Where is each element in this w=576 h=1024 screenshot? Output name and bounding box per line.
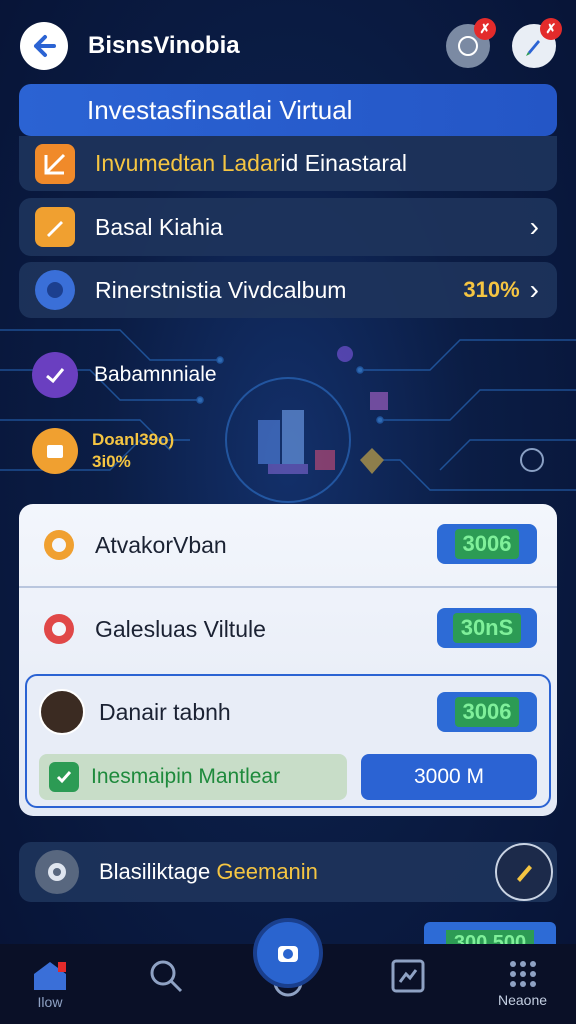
camera-icon	[278, 946, 298, 962]
nav-home-label: Ilow	[37, 994, 63, 1010]
chart-box-icon	[391, 959, 425, 993]
home-icon	[34, 962, 66, 990]
card-row-2-value: 30nS	[437, 608, 537, 648]
investment-label-highlight: Invumedtan Ladar	[95, 150, 281, 176]
chart-icon	[35, 143, 75, 184]
cog-icon	[35, 850, 79, 894]
nav-more[interactable]: Neaone	[498, 958, 547, 1008]
rinerst-percent: 310%	[463, 277, 520, 302]
banner-label: Investasfinsatlai Virtual	[87, 94, 353, 125]
rocket-icon	[517, 865, 532, 882]
rinerst-row[interactable]: Rinerstnistia Vivdcalbum 310% ›	[19, 262, 557, 318]
nav-more-label: Neaone	[498, 992, 548, 1008]
card-row-3-value: 3006	[437, 692, 537, 732]
status-bar[interactable]: Inesmaipin Mantlear	[39, 754, 347, 800]
back-arrow-icon	[34, 35, 56, 57]
floating-item-1-label: Babamnniale	[94, 363, 217, 386]
settings-label-part1: Blasiliktage	[99, 859, 211, 884]
grid-icon	[509, 961, 536, 987]
camera-fab[interactable]	[253, 918, 323, 988]
card-row-3[interactable]: Danair tabnh 3006	[27, 676, 549, 748]
chevron-right-icon: ›	[529, 274, 539, 305]
settings-row[interactable]: Blasiliktage Geemanin	[19, 842, 557, 902]
chevron-right-icon: ›	[529, 211, 539, 242]
wallet-icon	[32, 428, 78, 474]
floating-item-2-line2: 3i0%	[92, 452, 131, 471]
nav-home[interactable]: Ilow	[30, 958, 70, 1010]
inner-card: Danair tabnh 3006 Inesmaipin Mantlear 30…	[25, 674, 551, 808]
check-icon	[49, 762, 79, 792]
floating-item-2[interactable]: Doanl39o) 3i0%	[32, 428, 174, 474]
basal-label: Basal Kiahia	[95, 213, 223, 240]
chat-icon	[458, 36, 478, 56]
target-icon	[520, 448, 544, 472]
gear-icon	[44, 530, 74, 560]
edit-icon	[35, 207, 75, 247]
avatar	[39, 689, 85, 735]
settings-label-part2: Geemanin	[216, 859, 318, 884]
rocket-icon	[526, 40, 540, 56]
investment-row[interactable]: Invumedtan Ladarid Einastaral	[19, 136, 557, 191]
notification-badge: ✗	[474, 18, 496, 40]
profile-button[interactable]: ✗	[512, 18, 562, 68]
notifications-button[interactable]: ✗	[446, 18, 496, 68]
status-label: Inesmaipin Mantlear	[91, 765, 281, 788]
card-row-1-value: 3006	[437, 524, 537, 564]
rinerst-label: Rinerstnistia Vivdcalbum	[95, 276, 347, 303]
check-chart-icon	[32, 352, 78, 398]
app-header: BisnsVinobia ✗ ✗	[20, 18, 562, 74]
search-icon	[150, 960, 183, 993]
nav-search[interactable]	[148, 958, 184, 994]
floating-item-2-line1: Doanl39o)	[92, 430, 175, 449]
basal-row[interactable]: Basal Kiahia ›	[19, 198, 557, 256]
card-row-3-label: Danair tabnh	[99, 698, 231, 725]
back-button[interactable]	[20, 22, 68, 70]
profile-badge: ✗	[540, 18, 562, 40]
card-row-1-label: AtvakorVban	[95, 531, 227, 558]
section-banner[interactable]: Investasfinsatlai Virtual	[19, 84, 557, 136]
amount-button[interactable]: 3000 M	[361, 754, 537, 800]
app-title: BisnsVinobia	[88, 32, 240, 59]
card-row-1[interactable]: AtvakorVban 3006	[19, 504, 557, 588]
globe-icon	[35, 270, 75, 310]
rocket-launch-button[interactable]	[495, 843, 553, 901]
investment-card: AtvakorVban 3006 Galesluas Viltule 30nS …	[19, 504, 557, 816]
card-row-2[interactable]: Galesluas Viltule 30nS	[19, 590, 557, 668]
floating-item-1[interactable]: Babamnniale	[32, 352, 217, 398]
card-row-2-label: Galesluas Viltule	[95, 615, 266, 642]
investment-label-rest: id Einastaral	[280, 150, 407, 176]
circuit-background	[0, 329, 576, 503]
settings-icon	[44, 614, 74, 644]
nav-stats[interactable]	[390, 958, 426, 994]
